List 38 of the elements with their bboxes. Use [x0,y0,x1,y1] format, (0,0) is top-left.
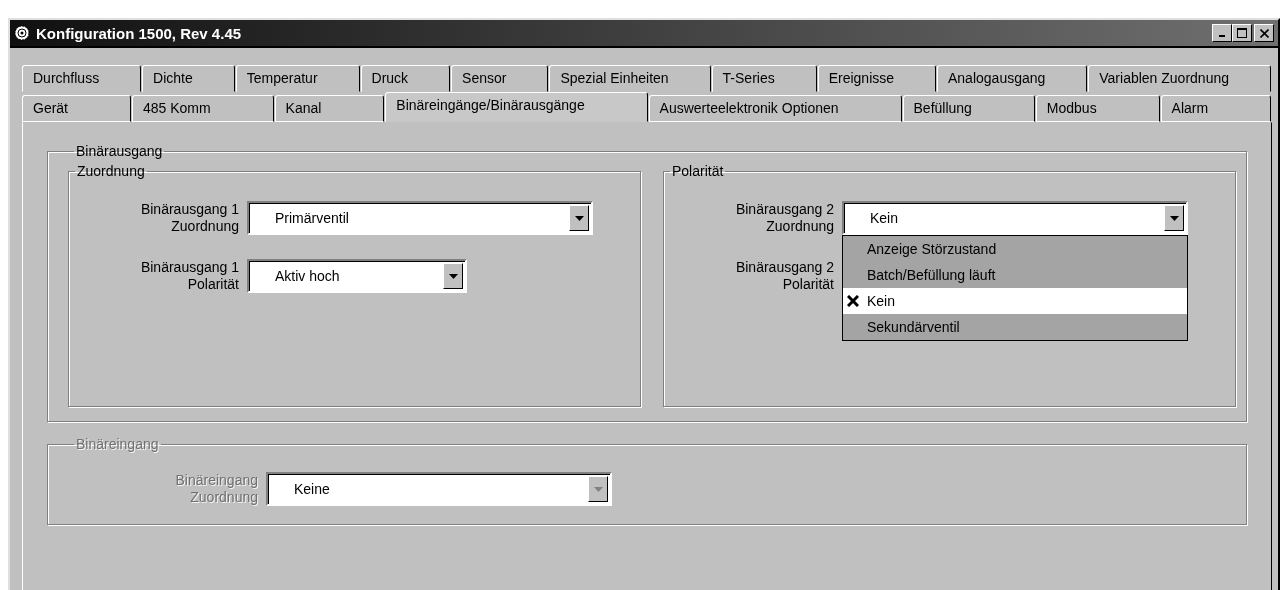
dropdown-option[interactable]: Kein [843,288,1187,314]
app-icon [14,25,30,41]
dropdown-field[interactable]: Primärventil [247,201,593,235]
tab[interactable]: Temperatur [235,65,360,92]
tab[interactable]: Ereignisse [817,65,936,92]
tab[interactable]: Durchfluss [22,65,142,92]
close-button[interactable] [1254,24,1274,42]
group-title: Binärausgang [75,143,164,159]
close-icon [1259,28,1269,38]
dropdown-option[interactable]: Sekundärventil [843,314,1187,340]
field-label: Binäreingang Zuordnung [174,472,258,506]
dropdown-field[interactable]: Kein [842,201,1188,235]
tab[interactable]: 485 Komm [131,95,274,122]
tab[interactable]: Kanal [274,95,385,122]
tab[interactable]: Befüllung [902,95,1035,122]
tab[interactable]: Analogausgang [937,65,1088,92]
field-label: Binärausgang 2 Polarität [734,259,834,293]
tab[interactable]: Gerät [22,95,131,122]
maximize-button[interactable] [1232,24,1252,42]
group-title: Zuordnung [76,163,146,179]
dropdown-field[interactable]: Aktiv hoch [247,259,467,293]
window-title: Konfiguration 1500, Rev 4.45 [36,24,242,42]
dropdown-option[interactable]: Anzeige Störzustand [843,236,1187,262]
tab[interactable]: T-Series [711,65,817,92]
tab[interactable]: Modbus [1035,95,1160,122]
tab[interactable]: Dichte [142,65,235,92]
tab[interactable]: Binäreingänge/Binärausgänge [385,92,648,122]
field-label: Binärausgang 1 Zuordnung [139,201,239,235]
maximize-icon [1237,28,1247,38]
group-title: Polarität [671,163,725,179]
tab[interactable]: Auswerteelektronik Optionen [648,95,902,122]
field-label: Binärausgang 1 Polarität [139,259,239,293]
tab[interactable]: Variablen Zuordnung [1088,65,1271,92]
cross-icon [847,295,859,307]
field-label: Binärausgang 2 Zuordnung [734,201,834,235]
tab[interactable]: Alarm [1160,95,1272,122]
minimize-button[interactable] [1212,24,1232,42]
dropdown-option[interactable]: Batch/Befüllung läuft [843,262,1187,288]
